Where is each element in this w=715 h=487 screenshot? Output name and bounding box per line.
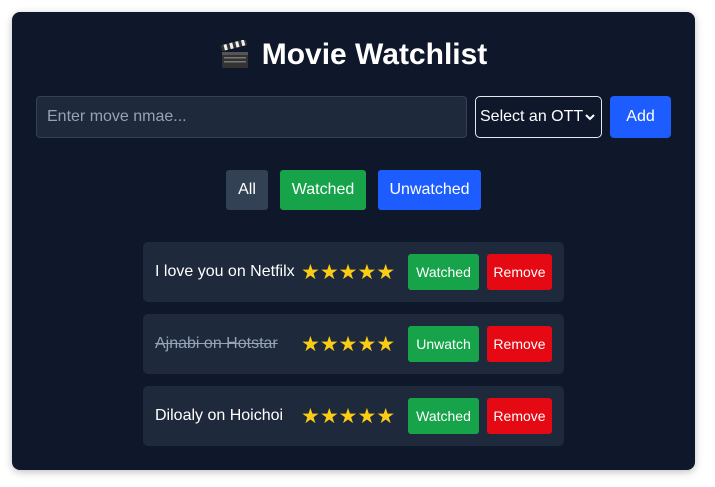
remove-button[interactable]: Remove [487, 254, 552, 290]
ott-select[interactable]: Select an OTT [475, 96, 602, 138]
ott-select-value: Select an OTT [480, 108, 584, 125]
star-icon: ★★★★★ [301, 404, 396, 428]
remove-button[interactable]: Remove [487, 326, 552, 362]
filter-bar: All Watched Unwatched [12, 170, 695, 210]
movie-item: Ajnabi on Hotstar ★★★★★ Unwatch Remove [143, 314, 564, 374]
watchlist-panel: Movie Watchlist Select an OTT Add All Wa… [12, 12, 695, 470]
app-title-text: Movie Watchlist [261, 38, 488, 71]
star-icon: ★★★★★ [301, 260, 396, 284]
clapperboard-icon [220, 40, 250, 70]
star-rating[interactable]: ★★★★★ [301, 386, 395, 446]
movie-name: I love you on Netfilx [155, 263, 295, 280]
filter-all-button[interactable]: All [226, 170, 268, 210]
star-rating[interactable]: ★★★★★ [301, 314, 395, 374]
movie-item: I love you on Netfilx ★★★★★ Watched Remo… [143, 242, 564, 302]
star-rating[interactable]: ★★★★★ [301, 242, 395, 302]
remove-button[interactable]: Remove [487, 398, 552, 434]
page-title: Movie Watchlist [12, 38, 695, 72]
chevron-down-icon [585, 110, 595, 124]
filter-watched-button[interactable]: Watched [280, 170, 366, 210]
toggle-watched-button[interactable]: Watched [408, 254, 479, 290]
movie-name-input[interactable] [36, 96, 467, 138]
star-icon: ★★★★★ [301, 332, 396, 356]
add-movie-form: Select an OTT Add [36, 96, 671, 138]
add-button[interactable]: Add [610, 96, 671, 138]
filter-unwatched-button[interactable]: Unwatched [378, 170, 481, 210]
movie-list: I love you on Netfilx ★★★★★ Watched Remo… [143, 242, 564, 458]
toggle-watched-button[interactable]: Watched [408, 398, 479, 434]
toggle-watched-button[interactable]: Unwatch [408, 326, 479, 362]
movie-name: Diloaly on Hoichoi [155, 407, 284, 424]
movie-item: Diloaly on Hoichoi ★★★★★ Watched Remove [143, 386, 564, 446]
movie-name: Ajnabi on Hotstar [155, 335, 278, 352]
